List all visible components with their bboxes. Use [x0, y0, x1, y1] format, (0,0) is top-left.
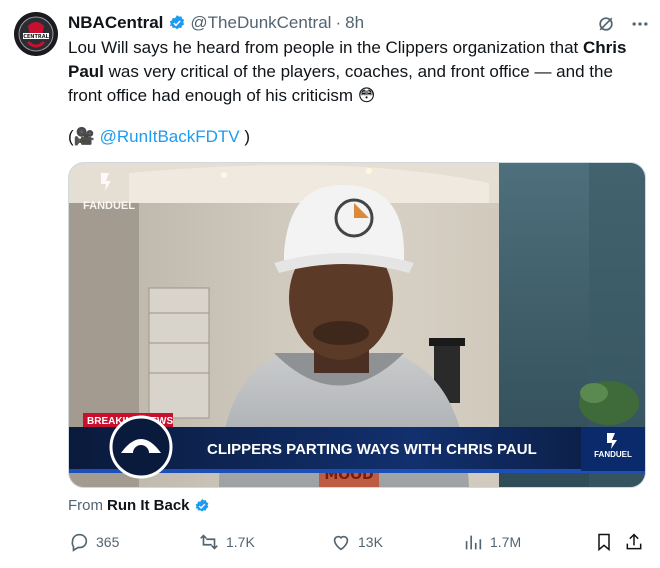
tweet-timestamp[interactable]: 8h	[345, 13, 364, 33]
like-icon	[333, 535, 349, 551]
repost-button[interactable]: 1.7K	[198, 531, 255, 553]
bookmark-button[interactable]	[594, 532, 614, 552]
bookmark-icon	[598, 533, 610, 552]
video-headline: CLIPPERS PARTING WAYS WITH CHRIS PAUL	[207, 441, 537, 458]
tweet-video[interactable]: FANDUEL MOOD BREAKING NEWS CLIPPERS PA	[68, 162, 646, 488]
source-name-link[interactable]: Run It Back	[107, 497, 190, 514]
tweet-text: Lou Will says he heard from people in th…	[68, 36, 638, 108]
repost-count: 1.7K	[226, 534, 255, 550]
fanduel-corner-logo: FANDUEL	[594, 450, 632, 459]
tweet-header: NBACentral @TheDunkCentral · 8h	[68, 12, 648, 34]
credit-close: )	[239, 127, 251, 146]
tweet-text-part1: Lou Will says he heard from people in th…	[68, 38, 584, 57]
views-count: 1.7M	[490, 534, 522, 550]
reply-count: 365	[96, 534, 120, 550]
video-credit: (🎥 @RunItBackFDTV )	[68, 125, 250, 149]
reply-button[interactable]: 365	[68, 531, 119, 553]
share-button[interactable]	[624, 532, 644, 552]
svg-text:FANDUEL: FANDUEL	[83, 200, 135, 212]
header-separator: ·	[335, 13, 342, 32]
reply-icon	[71, 533, 88, 552]
source-attribution: From Run It Back	[68, 497, 210, 514]
like-count: 13K	[358, 534, 383, 550]
flushed-emoji: 😳	[357, 86, 376, 105]
nba-central-logo: CENTRAL	[14, 12, 58, 56]
author-handle[interactable]: @TheDunkCentral	[190, 13, 331, 33]
views-icon	[465, 535, 482, 550]
share-icon	[626, 533, 642, 550]
like-button[interactable]: 13K	[330, 531, 383, 553]
author-avatar[interactable]: CENTRAL	[14, 12, 58, 56]
source-verified-badge-icon	[194, 498, 210, 514]
credit-mention-link[interactable]: @RunItBackFDTV	[100, 127, 240, 146]
repost-icon	[200, 534, 218, 550]
views-button[interactable]: 1.7M	[462, 531, 521, 553]
camera-emoji: 🎥	[73, 127, 95, 146]
from-label: From	[68, 497, 103, 514]
svg-text:CENTRAL: CENTRAL	[23, 34, 49, 40]
author-name[interactable]: NBACentral	[68, 13, 163, 33]
tweet-action-bar: 365 1.7K 13K 1.7M	[68, 528, 648, 556]
verified-badge-icon	[168, 14, 186, 32]
video-frame: FANDUEL MOOD BREAKING NEWS CLIPPERS PA	[69, 163, 645, 487]
tweet-text-part2: was very critical of the players, coache…	[68, 62, 613, 105]
